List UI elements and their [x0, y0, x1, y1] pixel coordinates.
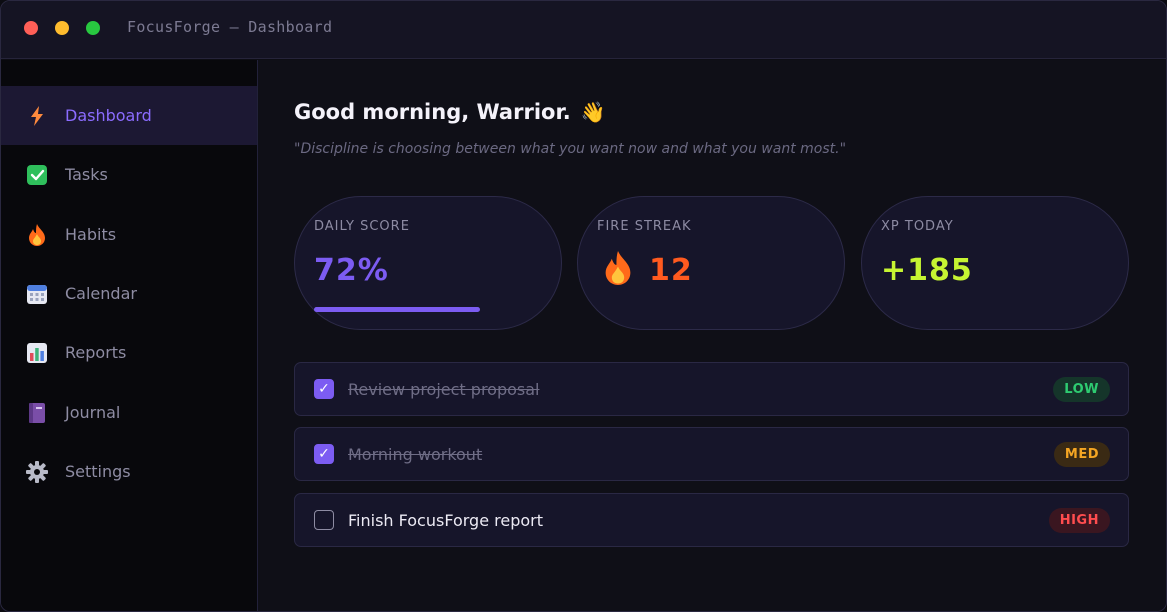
task-row[interactable]: ✓ Morning workout MED: [294, 427, 1129, 481]
priority-badge: LOW: [1053, 377, 1110, 402]
greeting-text: Good morning, Warrior.: [294, 100, 571, 124]
sidebar-item-label: Journal: [65, 403, 121, 422]
task-checkbox[interactable]: [314, 510, 334, 530]
sidebar-item-reports[interactable]: Reports: [1, 323, 257, 382]
fire-streak-card: FIRE STREAK 12: [577, 196, 845, 330]
sidebar: Dashboard Tasks Habits Calendar Reports: [1, 60, 258, 611]
priority-badge: HIGH: [1048, 508, 1110, 533]
notebook-icon: [25, 401, 49, 425]
xp-today-card: XP TODAY +185: [861, 196, 1129, 330]
xp-today-label: XP TODAY: [881, 219, 954, 234]
page-title: Good morning, Warrior. 👋: [294, 100, 606, 124]
task-row[interactable]: Finish FocusForge report HIGH: [294, 493, 1129, 547]
sidebar-item-label: Tasks: [65, 165, 108, 184]
task-checkbox[interactable]: ✓: [314, 379, 334, 399]
priority-badge: MED: [1053, 442, 1110, 467]
task-text: Morning workout: [348, 444, 483, 464]
task-row[interactable]: ✓ Review project proposal LOW: [294, 362, 1129, 416]
task-checkbox[interactable]: ✓: [314, 444, 334, 464]
sidebar-item-calendar[interactable]: Calendar: [1, 264, 257, 323]
daily-score-progress-bar: [314, 307, 544, 312]
fire-streak-label: FIRE STREAK: [597, 219, 692, 234]
app-window: FocusForge — Dashboard Dashboard Tasks H…: [0, 0, 1167, 612]
sidebar-item-label: Habits: [65, 225, 117, 244]
sidebar-item-label: Reports: [65, 343, 127, 362]
sidebar-item-tasks[interactable]: Tasks: [1, 145, 257, 204]
fire-icon: [604, 251, 632, 293]
xp-today-value: +185: [881, 253, 973, 288]
sidebar-item-dashboard[interactable]: Dashboard: [1, 86, 257, 145]
fire-icon: [25, 223, 49, 247]
maximize-window-button[interactable]: [86, 21, 100, 35]
daily-score-progress-fill: [314, 307, 480, 312]
sidebar-item-label: Dashboard: [65, 106, 152, 125]
daily-score-label: DAILY SCORE: [314, 219, 410, 234]
sidebar-item-journal[interactable]: Journal: [1, 383, 257, 442]
sidebar-item-label: Settings: [65, 462, 131, 481]
waving-hand-icon: 👋: [580, 100, 606, 124]
check-box-icon: [25, 163, 49, 187]
window-title: FocusForge — Dashboard: [127, 18, 333, 36]
fire-streak-value: 12: [649, 253, 693, 288]
task-text: Review project proposal: [348, 379, 540, 399]
calendar-icon: [25, 282, 49, 306]
daily-score-value: 72%: [314, 253, 389, 288]
bolt-icon: [25, 104, 49, 128]
daily-score-card: DAILY SCORE 72%: [294, 196, 562, 330]
main-content: Good morning, Warrior. 👋 "Discipline is …: [258, 60, 1166, 611]
sidebar-item-label: Calendar: [65, 284, 137, 303]
task-text: Finish FocusForge report: [348, 510, 543, 530]
title-bar: FocusForge — Dashboard: [1, 1, 1166, 59]
gear-icon: [25, 460, 49, 484]
close-window-button[interactable]: [24, 21, 38, 35]
sidebar-item-settings[interactable]: Settings: [1, 442, 257, 501]
motivational-quote: "Discipline is choosing between what you…: [294, 141, 847, 157]
sidebar-item-habits[interactable]: Habits: [1, 205, 257, 264]
minimize-window-button[interactable]: [55, 21, 69, 35]
bar-chart-icon: [25, 341, 49, 365]
